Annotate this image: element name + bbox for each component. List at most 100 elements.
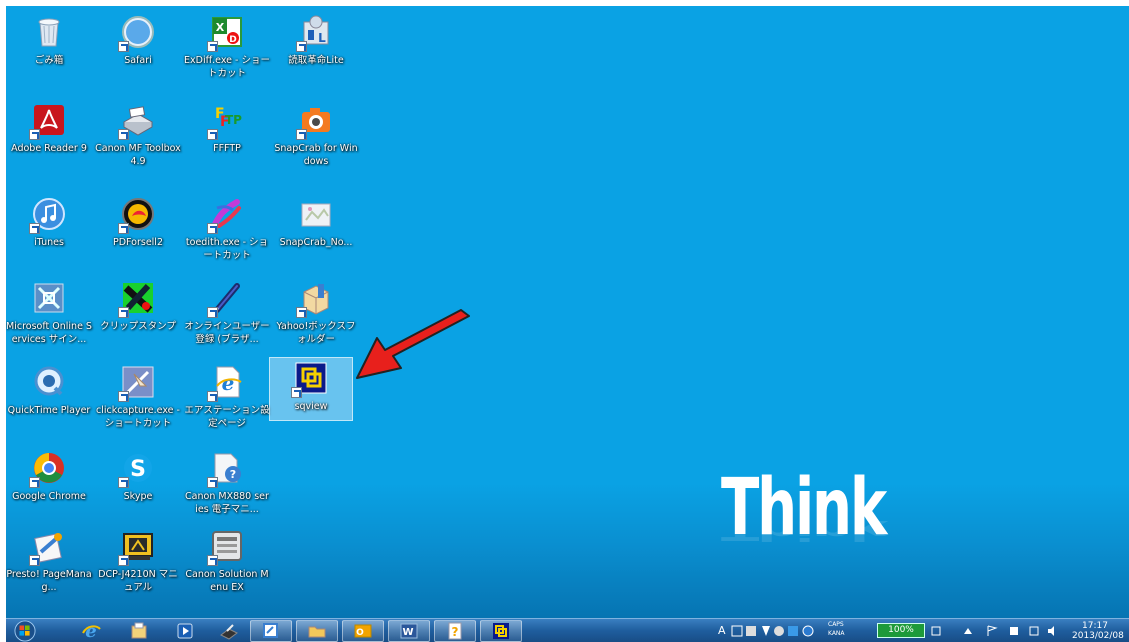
desktop-icon-sqview[interactable]: sqview: [269, 357, 353, 421]
sqview-icon: [291, 360, 329, 398]
taskbar-scanner[interactable]: [208, 620, 250, 642]
desktop-icon-clickcapture[interactable]: clickcapture.exe - ショートカット: [95, 362, 181, 450]
shortcut-arrow-icon: [207, 129, 218, 140]
recycle-bin-icon: [31, 14, 67, 50]
desktop-icon-canon-solution-menu[interactable]: Canon Solution Menu EX: [184, 526, 270, 614]
presto-icon: [29, 528, 67, 566]
svg-text:D: D: [229, 35, 236, 45]
icon-label: オンラインユーザー登録 (ブラザ...: [184, 321, 270, 345]
desktop-icon-adobe-reader[interactable]: Adobe Reader 9: [6, 100, 92, 188]
internet-shortcut-icon: e: [207, 364, 245, 402]
shortcut-arrow-icon: [207, 41, 218, 52]
manual-help-icon: ?: [207, 450, 245, 488]
icon-label: 読取革命Lite: [288, 55, 344, 66]
help-icon: ?: [448, 622, 462, 640]
desktop-icon-presto-pagemanager[interactable]: Presto! PageManag...: [6, 526, 92, 614]
icon-label: SnapCrab_No...: [279, 237, 353, 248]
shortcut-arrow-icon: [207, 223, 218, 234]
desktop-icon-ffftp[interactable]: F F TP FFFTP: [184, 100, 270, 188]
taskbar-sqview[interactable]: [480, 620, 522, 642]
shortcut-arrow-icon: [207, 307, 218, 318]
word-icon: W: [400, 623, 418, 639]
desktop-icon-yahoo-box[interactable]: Yahoo!ボックスフォルダー: [273, 278, 359, 366]
shortcut-arrow-icon: [118, 477, 129, 488]
snipping-icon: [263, 623, 278, 638]
taskbar-snipping[interactable]: [250, 620, 292, 642]
taskbar-word[interactable]: W: [388, 620, 430, 642]
pdforsell-icon: [118, 196, 156, 234]
scanner-toolbox-icon: [118, 102, 156, 140]
ocr-icon: L: [296, 14, 334, 52]
battery-indicator[interactable]: 100%: [877, 623, 925, 638]
think-brand-reflection: Think: [721, 514, 886, 546]
solution-menu-icon: [207, 528, 245, 566]
desktop-icon-skype[interactable]: S Skype: [95, 448, 181, 536]
svg-text:TP: TP: [225, 113, 242, 127]
camera-icon: [296, 102, 334, 140]
svg-text:?: ?: [452, 625, 459, 639]
taskbar-internet-explorer[interactable]: e: [70, 620, 112, 642]
taskbar-outlook[interactable]: O: [342, 620, 384, 642]
desktop-icon-clipstamp[interactable]: クリップスタンプ: [95, 278, 181, 366]
shortcut-arrow-icon: [118, 307, 129, 318]
desktop-icon-quicktime[interactable]: QuickTime Player: [6, 362, 92, 450]
icon-label: Canon MX880 series 電子マニ...: [185, 491, 269, 515]
sqview-icon: [493, 623, 509, 639]
desktop[interactable]: ごみ箱 Adobe Reader 9 iTunes Microsoft Onli…: [6, 6, 1129, 618]
file-explorer-icon: [131, 622, 147, 639]
desktop-icon-snapcrab[interactable]: SnapCrab for Windows: [273, 100, 359, 188]
itunes-icon: [29, 196, 67, 234]
clickcapture-icon: [118, 364, 156, 402]
desktop-icon-canon-mx880[interactable]: ? Canon MX880 series 電子マニ...: [184, 448, 270, 536]
desktop-icon-snapcrab-file[interactable]: SnapCrab_No...: [273, 194, 359, 282]
shortcut-arrow-icon: [296, 129, 307, 140]
taskbar-help[interactable]: ?: [434, 620, 476, 642]
clock-date[interactable]: 2013/02/08: [1072, 631, 1124, 641]
shortcut-arrow-icon: [207, 477, 218, 488]
desktop-icon-airstation[interactable]: e エアステーション設定ページ: [184, 362, 270, 450]
desktop-icon-recycle-bin[interactable]: ごみ箱: [6, 12, 92, 100]
desktop-icon-microsoft-online[interactable]: Microsoft Online Services サイン...: [6, 278, 92, 366]
shortcut-arrow-icon: [207, 555, 218, 566]
desktop-icon-exdiff[interactable]: XD ExDiff.exe - ショートカット: [184, 12, 270, 100]
internet-explorer-icon: e: [82, 621, 101, 641]
tray-icons[interactable]: [930, 624, 1060, 638]
desktop-icon-pdforsell[interactable]: PDForsell2: [95, 194, 181, 282]
icon-label: Skype: [123, 491, 153, 502]
icon-label: Canon MF Toolbox 4.9: [95, 143, 181, 167]
svg-text:e: e: [85, 621, 96, 641]
shortcut-arrow-icon: [291, 387, 302, 398]
icon-label: DCP-J4210N マニュアル: [98, 569, 178, 593]
desktop-icon-dcp-manual[interactable]: DCP-J4210N マニュアル: [95, 526, 181, 614]
taskbar-file-explorer[interactable]: [118, 620, 160, 642]
desktop-icon-google-chrome[interactable]: Google Chrome: [6, 448, 92, 536]
svg-text:?: ?: [230, 468, 236, 481]
desktop-icon-itunes[interactable]: iTunes: [6, 194, 92, 282]
svg-text:O: O: [356, 628, 364, 638]
taskbar-media-player[interactable]: [164, 620, 206, 642]
desktop-icon-safari[interactable]: Safari: [95, 12, 181, 100]
taskbar-folder[interactable]: [296, 620, 338, 642]
adobe-reader-icon: [29, 102, 67, 140]
icon-label: Microsoft Online Services サイン...: [6, 321, 92, 345]
icon-label: FFFTP: [213, 143, 241, 154]
desktop-icon-yomitori-kakumei[interactable]: L 読取革命Lite: [273, 12, 359, 100]
scanner-icon: [220, 624, 238, 640]
start-button[interactable]: [8, 619, 42, 642]
icon-label: QuickTime Player: [7, 405, 91, 416]
ime-indicator[interactable]: A: [718, 624, 726, 637]
icon-label: Yahoo!ボックスフォルダー: [276, 321, 356, 345]
icon-label: toedith.exe - ショートカット: [185, 237, 269, 261]
svg-text:S: S: [130, 457, 146, 482]
caps-lock-indicator: CAPS: [828, 621, 844, 628]
svg-text:W: W: [402, 627, 413, 638]
clock-time[interactable]: 17:17: [1082, 621, 1108, 631]
icon-label: クリップスタンプ: [100, 321, 176, 332]
desktop-icon-canon-mf-toolbox[interactable]: Canon MF Toolbox 4.9: [95, 100, 181, 188]
ime-toolbar-icons[interactable]: [730, 624, 830, 638]
shortcut-arrow-icon: [29, 477, 40, 488]
desktop-icon-toedith[interactable]: toedith.exe - ショートカット: [184, 194, 270, 282]
desktop-icon-online-registration[interactable]: オンラインユーザー登録 (ブラザ...: [184, 278, 270, 366]
icon-label: ExDiff.exe - ショートカット: [184, 55, 270, 79]
icon-label: Google Chrome: [12, 491, 86, 502]
